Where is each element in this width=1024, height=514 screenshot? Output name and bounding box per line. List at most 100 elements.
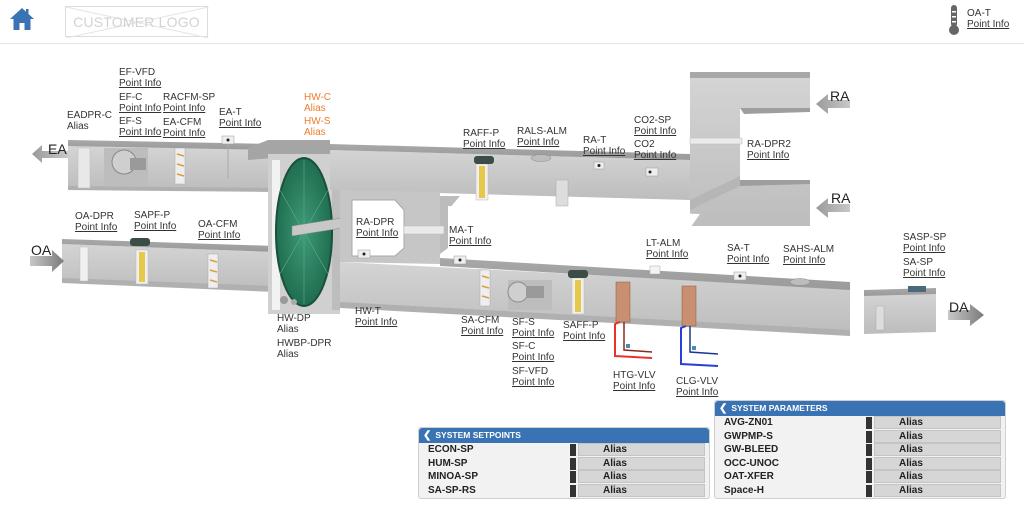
- point-info-link[interactable]: Point Info: [463, 139, 505, 150]
- oa-label: OA: [31, 242, 52, 258]
- customer-logo: CUSTOMER LOGO: [65, 6, 209, 38]
- parameter-value[interactable]: Alias: [874, 429, 1001, 443]
- setpoint-value[interactable]: Alias: [578, 483, 705, 497]
- parameter-value[interactable]: Alias: [874, 416, 1001, 429]
- point-info-link[interactable]: Point Info: [613, 381, 656, 392]
- status-bar: [866, 457, 872, 470]
- point-info-link[interactable]: Point Info: [75, 222, 117, 233]
- point-racfm-sp: RACFM-SP Point Info: [163, 92, 216, 114]
- point-info-link[interactable]: Point Info: [163, 128, 205, 139]
- parameter-row: GWPMP-S Alias: [719, 429, 1001, 444]
- point-hw-t: HW-T Point Info: [355, 306, 398, 328]
- ra-bottom-label: RA: [831, 190, 851, 206]
- point-info-link[interactable]: Point Info: [512, 352, 554, 363]
- status-bar: [570, 471, 576, 483]
- da-label: DA: [949, 299, 969, 315]
- point-info-link[interactable]: Point Info: [119, 127, 161, 138]
- ra-top-label: RA: [830, 88, 850, 104]
- status-bar: [570, 484, 576, 497]
- point-info-link[interactable]: Point Info: [512, 377, 554, 388]
- parameter-value[interactable]: Alias: [874, 443, 1001, 456]
- exhaust-duct: [68, 135, 275, 192]
- ea-label: EA: [48, 141, 67, 157]
- point-info-link[interactable]: Point Info: [634, 126, 676, 137]
- point-ef-s: EF-S Point Info: [119, 116, 162, 138]
- point-ma-t: MA-T Point Info: [449, 225, 492, 247]
- point-info-link[interactable]: Point Info: [646, 249, 688, 260]
- status-bar: [866, 430, 872, 443]
- point-sa-cfm: SA-CFM Point Info: [461, 315, 504, 337]
- point-info-link[interactable]: Point Info: [449, 236, 491, 247]
- point-info-link[interactable]: Point Info: [747, 150, 791, 161]
- customer-logo-text: CUSTOMER LOGO: [73, 14, 200, 30]
- parameter-value[interactable]: Alias: [874, 470, 1001, 483]
- point-rals-alm: RALS-ALM Point Info: [517, 126, 568, 148]
- point-ef-vfd: EF-VFD Point Info: [119, 67, 162, 89]
- point-info-link[interactable]: Point Info: [563, 331, 605, 342]
- oa-t-point: OA-T Point Info: [967, 8, 1009, 30]
- point-info-link[interactable]: Point Info: [356, 228, 398, 239]
- point-info-link[interactable]: Point Info: [355, 317, 397, 328]
- system-setpoints-title: SYSTEM SETPOINTS: [435, 430, 521, 440]
- parameter-value[interactable]: Alias: [874, 456, 1001, 470]
- parameter-row: OCC-UNOC Alias: [719, 456, 1001, 471]
- point-htg-vlv: HTG-VLV Point Info: [613, 370, 656, 392]
- system-parameters-title: SYSTEM PARAMETERS: [731, 403, 828, 413]
- point-info-link[interactable]: Point Info: [219, 118, 261, 129]
- point-info-link[interactable]: Point Info: [198, 230, 240, 241]
- home-icon[interactable]: [8, 6, 36, 32]
- point-info-link[interactable]: Point Info: [512, 328, 554, 339]
- parameter-row: GW-BLEED Alias: [719, 443, 1001, 457]
- point-info-link[interactable]: Point Info: [903, 268, 945, 279]
- point-info-link[interactable]: Point Info: [119, 103, 161, 114]
- point-info-link[interactable]: Point Info: [119, 78, 161, 89]
- system-setpoints-header[interactable]: ❮ SYSTEM SETPOINTS: [419, 428, 709, 443]
- point-ra-dpr2: RA-DPR2 Point Info: [747, 139, 791, 161]
- parameter-value[interactable]: Alias: [874, 483, 1001, 497]
- point-info-link[interactable]: Point Info: [903, 243, 946, 254]
- point-ra-t: RA-T Point Info: [583, 135, 626, 157]
- point-info-link[interactable]: Point Info: [517, 137, 567, 148]
- point-oa-cfm: OA-CFM Point Info: [198, 219, 241, 241]
- point-info-link[interactable]: Point Info: [461, 326, 503, 337]
- oa-t-link[interactable]: Point Info: [967, 19, 1009, 30]
- setpoint-row: MINOA-SP Alias: [423, 470, 705, 484]
- point-info-link[interactable]: Point Info: [676, 387, 718, 398]
- discharge-box: [864, 286, 936, 334]
- chevron-left-icon: ❮: [719, 403, 728, 414]
- htg-valve-icon: [626, 344, 630, 348]
- point-sasp-sp: SASP-SP Point Info: [903, 232, 947, 254]
- clg-valve-icon: [692, 346, 696, 350]
- setpoint-row: SA-SP-RS Alias: [423, 483, 705, 498]
- parameter-row: Space-H Alias: [719, 483, 1001, 498]
- point-info-link[interactable]: Point Info: [134, 221, 176, 232]
- setpoint-row: HUM-SP Alias: [423, 456, 705, 471]
- point-co2-sp: CO2-SP Point Info: [634, 115, 677, 137]
- point-ra-dpr: RA-DPR Point Info: [356, 217, 399, 239]
- point-info-link[interactable]: Point Info: [583, 146, 625, 157]
- cooling-pipes: [680, 325, 719, 367]
- parameter-row: OAT-XFER Alias: [719, 470, 1001, 484]
- point-sf-vfd: SF-VFD Point Info: [512, 366, 555, 388]
- point-hw-dp: HW-DP Alias: [277, 313, 311, 335]
- system-parameters-header[interactable]: ❮ SYSTEM PARAMETERS: [715, 401, 1005, 416]
- setpoint-row: ECON-SP Alias: [423, 443, 705, 457]
- point-sahs-alm: SAHS-ALM Point Info: [783, 244, 835, 266]
- point-sa-t: SA-T Point Info: [727, 243, 770, 265]
- point-eadpr-c: EADPR-C Alias: [67, 110, 113, 132]
- point-info-link[interactable]: Point Info: [163, 103, 215, 114]
- setpoint-value[interactable]: Alias: [578, 443, 705, 456]
- point-co2: CO2 Point Info: [634, 139, 677, 161]
- parameter-row: AVG-ZN01 Alias: [719, 416, 1001, 430]
- status-bar: [866, 417, 872, 429]
- setpoint-value[interactable]: Alias: [578, 470, 705, 483]
- point-info-link[interactable]: Point Info: [727, 254, 769, 265]
- thermometer-icon: [949, 5, 959, 35]
- system-setpoints-panel: ❮ SYSTEM SETPOINTS ECON-SP Alias HUM-SP Ali…: [418, 427, 710, 499]
- status-bar: [570, 444, 576, 456]
- point-raff-p: RAFF-P Point Info: [463, 128, 506, 150]
- point-info-link[interactable]: Point Info: [634, 150, 676, 161]
- status-bar: [866, 471, 872, 483]
- point-info-link[interactable]: Point Info: [783, 255, 834, 266]
- setpoint-value[interactable]: Alias: [578, 456, 705, 470]
